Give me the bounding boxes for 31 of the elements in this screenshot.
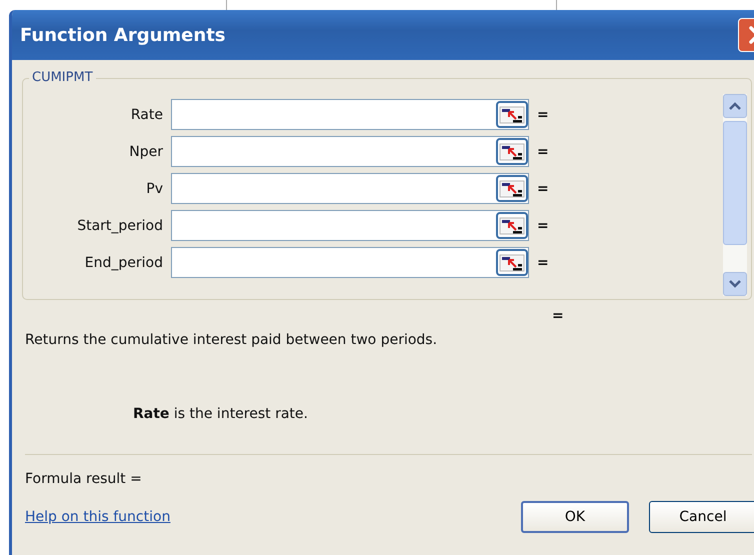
chevron-down-icon xyxy=(728,279,742,289)
input-field[interactable] xyxy=(171,247,529,278)
chevron-up-icon xyxy=(728,101,742,111)
argument-label: Start_period xyxy=(76,218,164,234)
argument-result: = xyxy=(537,144,549,160)
scrollbar[interactable] xyxy=(723,94,747,296)
argument-result: = xyxy=(537,180,549,196)
input-field[interactable] xyxy=(171,99,529,130)
argument-result: = xyxy=(537,218,549,234)
argument-label: Rate xyxy=(130,106,164,122)
argument-label: Pv xyxy=(145,180,164,196)
range-select-button[interactable] xyxy=(496,138,528,165)
function-value: = xyxy=(552,308,564,324)
range-select-button[interactable] xyxy=(496,212,528,239)
argument-label: Nper xyxy=(128,144,164,160)
help-link[interactable]: Help on this function xyxy=(25,509,170,525)
range-select-button[interactable] xyxy=(496,101,528,128)
function-description: Returns the cumulative interest paid between two periods. xyxy=(25,332,438,348)
input-field[interactable] xyxy=(171,210,529,241)
formula-result: Formula result = xyxy=(25,471,143,487)
input-field[interactable] xyxy=(171,136,529,167)
dialog-button[interactable]: Cancel xyxy=(649,501,754,533)
argument-result: = xyxy=(537,254,549,270)
argument-help: Rate is the interest rate. xyxy=(133,406,309,422)
range-select-button[interactable] xyxy=(496,175,528,202)
input-field[interactable] xyxy=(171,173,529,204)
argument-label: End_period xyxy=(84,254,164,270)
dialog-button[interactable]: OK xyxy=(521,501,629,533)
argument-result: = xyxy=(537,106,549,122)
range-select-button[interactable] xyxy=(496,249,528,276)
window-title: Function Arguments xyxy=(20,24,226,46)
